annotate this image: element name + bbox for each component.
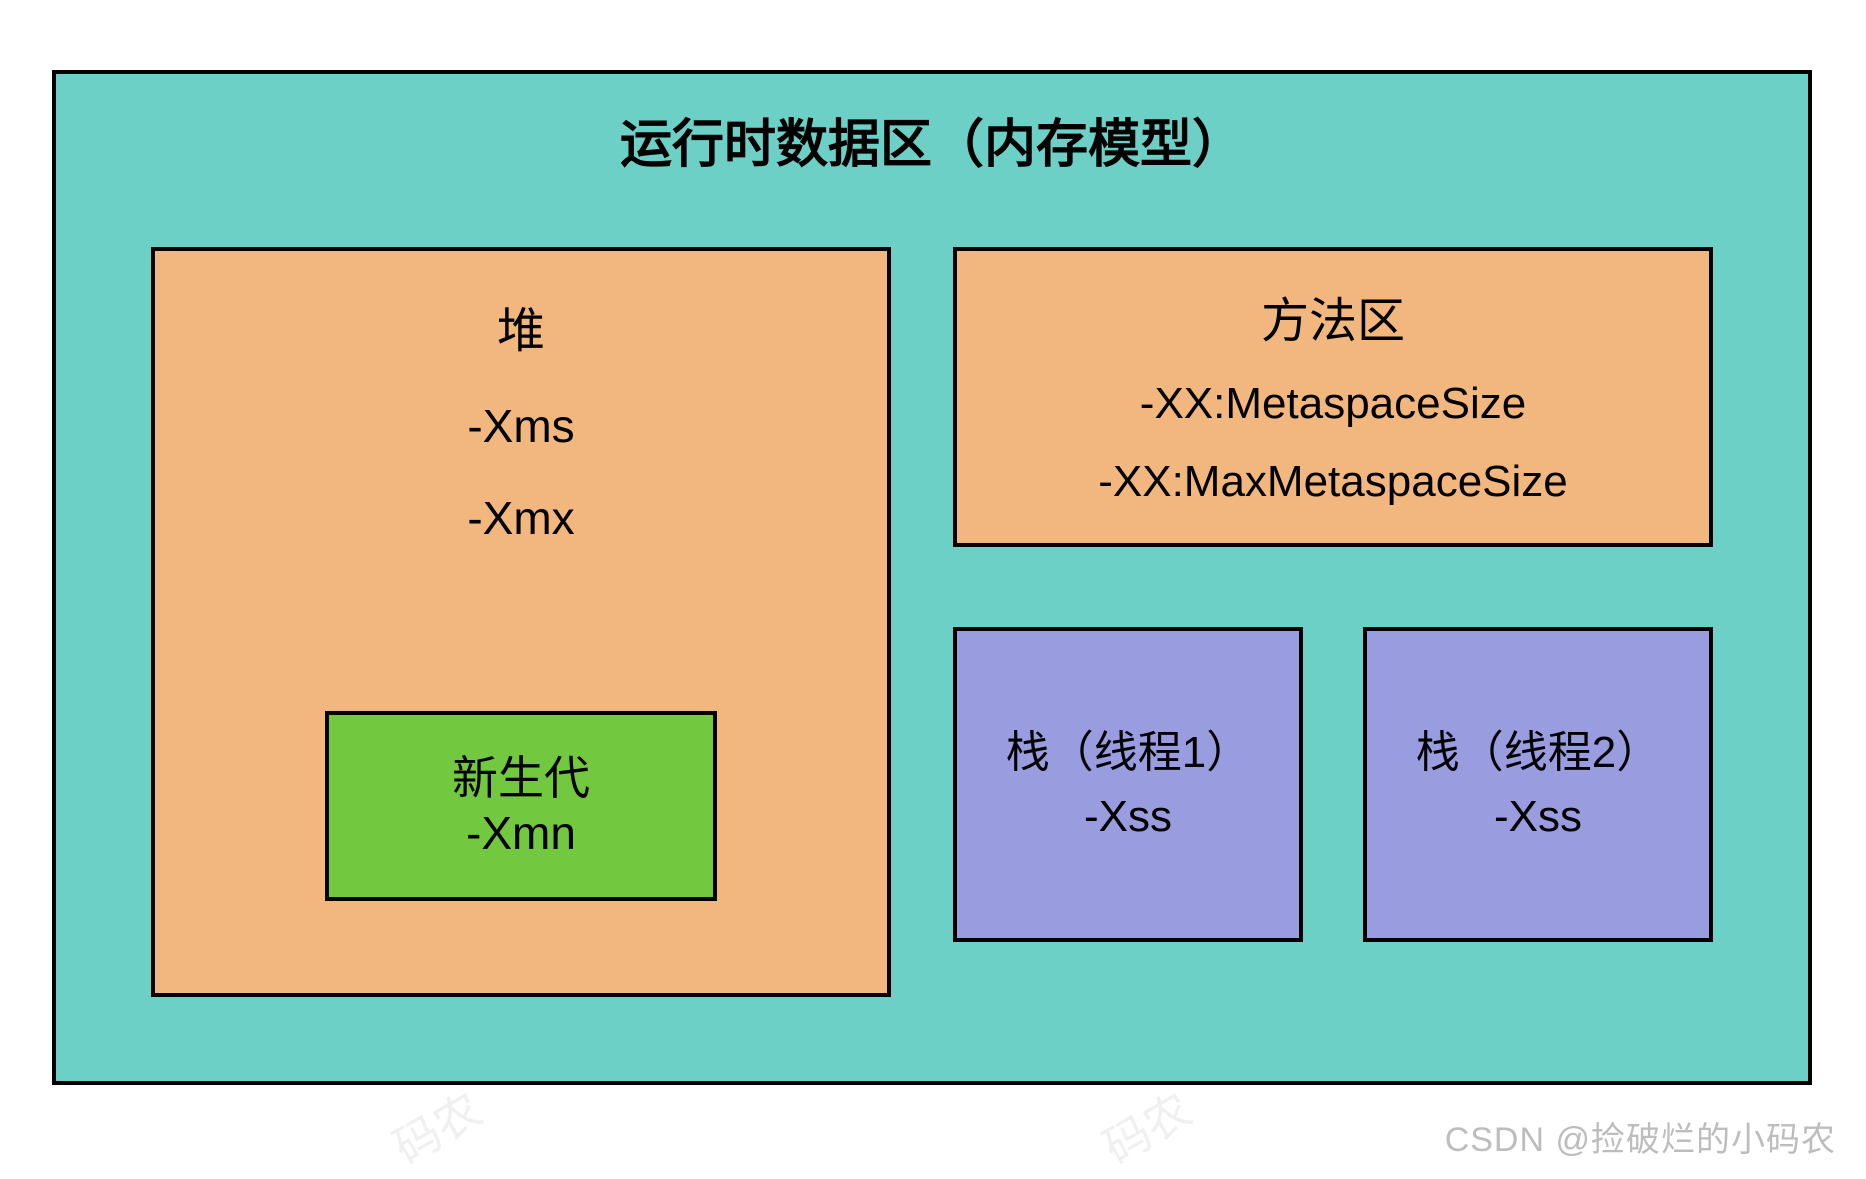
stack-thread-2-label: 栈（线程2） <box>1367 724 1709 781</box>
right-column: 方法区 -XX:MetaspaceSize -XX:MaxMetaspaceSi… <box>953 247 1713 1057</box>
watermark-bg-1: 码农 <box>380 1074 493 1177</box>
diagram-title: 运行时数据区（内存模型） <box>56 74 1808 177</box>
method-area-metaspace: -XX:MetaspaceSize <box>957 379 1709 429</box>
heap-xmx: -Xmx <box>155 491 887 545</box>
stack-thread-2-xss: -Xss <box>1367 788 1709 845</box>
stacks-row: 栈（线程1） -Xss 栈（线程2） -Xss <box>953 627 1713 942</box>
stack-thread-1-label: 栈（线程1） <box>957 724 1299 781</box>
young-gen-label: 新生代 <box>329 751 713 806</box>
stack-thread-1-xss: -Xss <box>957 788 1299 845</box>
method-area-box: 方法区 -XX:MetaspaceSize -XX:MaxMetaspaceSi… <box>953 247 1713 547</box>
method-area-max-metaspace: -XX:MaxMetaspaceSize <box>957 457 1709 507</box>
young-gen-box: 新生代 -Xmn <box>325 711 717 901</box>
watermark-bg-2: 码农 <box>1090 1074 1203 1177</box>
method-area-label: 方法区 <box>957 281 1709 351</box>
content-row: 堆 -Xms -Xmx 新生代 -Xmn 方法区 -XX:MetaspaceSi… <box>56 177 1808 1057</box>
heap-box: 堆 -Xms -Xmx 新生代 -Xmn <box>151 247 891 997</box>
heap-xms: -Xms <box>155 399 887 453</box>
stack-thread-2-box: 栈（线程2） -Xss <box>1363 627 1713 942</box>
stack-thread-1-box: 栈（线程1） -Xss <box>953 627 1303 942</box>
young-gen-xmn: -Xmn <box>329 806 713 861</box>
heap-label: 堆 <box>155 291 887 361</box>
runtime-data-area-container: 运行时数据区（内存模型） 堆 -Xms -Xmx 新生代 -Xmn 方法区 -X… <box>52 70 1812 1085</box>
watermark-main: CSDN @捡破烂的小码农 <box>1445 1112 1836 1161</box>
